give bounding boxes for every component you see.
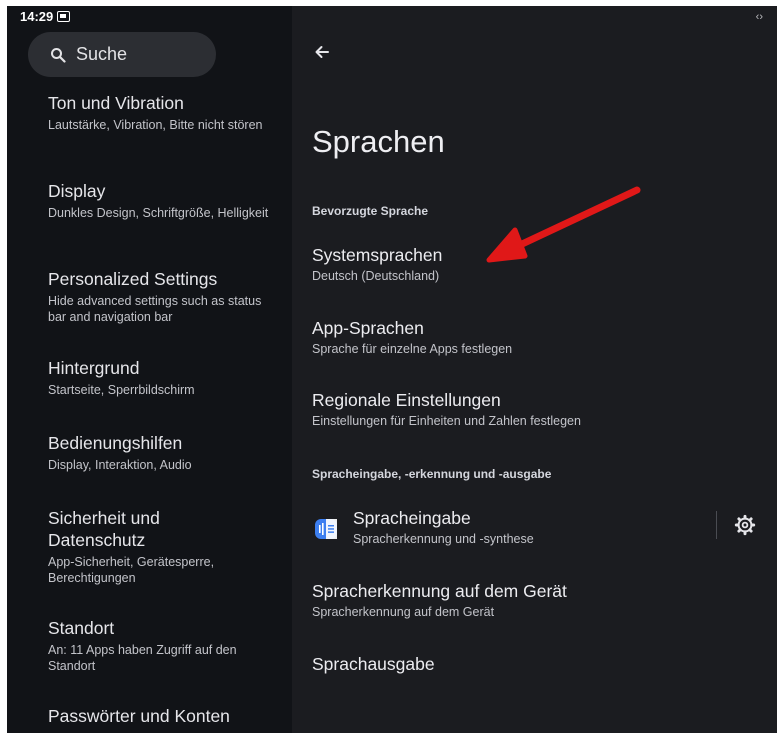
- item-title: Sprachausgabe: [312, 654, 435, 674]
- status-bar: 14:29: [20, 9, 71, 24]
- sidebar-item-title: Personalized Settings: [48, 269, 218, 289]
- sidebar-item-personalized[interactable]: Personalized Settings Hide advanced sett…: [48, 268, 278, 325]
- item-subtitle: Sprache für einzelne Apps festlegen: [312, 342, 513, 356]
- item-regional-settings[interactable]: Regionale Einstellungen Einstellungen fü…: [312, 389, 752, 429]
- item-title: App-Sprachen: [312, 318, 424, 338]
- device-screen: 14:29 Suche Ton und Vibration Lautstärke…: [7, 6, 777, 733]
- status-app-icon: [57, 11, 71, 22]
- item-title: Regionale Einstellungen: [312, 390, 501, 410]
- sidebar-item-subtitle: Display, Interaktion, Audio: [48, 458, 192, 472]
- settings-sidebar: 14:29 Suche Ton und Vibration Lautstärke…: [7, 6, 292, 733]
- sidebar-item-subtitle: App-Sicherheit, Gerätesperre, Berechtigu…: [48, 555, 215, 585]
- item-app-languages[interactable]: App-Sprachen Sprache für einzelne Apps f…: [312, 317, 752, 357]
- sidebar-item-title: Ton und Vibration: [48, 93, 184, 113]
- sidebar-item-subtitle: Dunkles Design, Schriftgröße, Helligkeit: [48, 206, 269, 220]
- search-icon: [50, 47, 66, 63]
- sidebar-item-title: Standort: [48, 618, 115, 638]
- sidebar-item-title: Hintergrund: [48, 358, 140, 378]
- voice-input-icon: [315, 519, 337, 539]
- sidebar-item-subtitle: Lautstärke, Vibration, Bitte nicht störe…: [48, 118, 263, 132]
- sidebar-item-location[interactable]: Standort An: 11 Apps haben Zugriff auf d…: [48, 617, 248, 674]
- sidebar-item-accessibility[interactable]: Bedienungshilfen Display, Interaktion, A…: [48, 432, 278, 473]
- item-on-device-recognition[interactable]: Spracherkennung auf dem Gerät Spracherke…: [312, 580, 752, 620]
- sidebar-item-display[interactable]: Display Dunkles Design, Schriftgröße, He…: [48, 180, 278, 221]
- item-subtitle: Spracherkennung auf dem Gerät: [312, 605, 495, 619]
- red-arrow-annotation: [486, 186, 641, 263]
- sidebar-item-subtitle: Hide advanced settings such as status ba…: [48, 294, 262, 324]
- item-subtitle: Einstellungen für Einheiten und Zahlen f…: [312, 414, 581, 428]
- page-title: Sprachen: [312, 124, 445, 159]
- item-voice-input[interactable]: Spracheingabe Spracherkennung und -synth…: [353, 507, 693, 547]
- item-title: Spracherkennung auf dem Gerät: [312, 581, 567, 601]
- sidebar-item-passwords[interactable]: Passwörter und Konten: [48, 705, 278, 727]
- item-title: Spracheingabe: [353, 508, 471, 528]
- sidebar-item-title: Passwörter und Konten: [48, 706, 230, 726]
- sidebar-item-subtitle: An: 11 Apps haben Zugriff auf den Stando…: [48, 643, 237, 673]
- item-subtitle: Spracherkennung und -synthese: [353, 532, 534, 546]
- sidebar-item-title: Bedienungshilfen: [48, 433, 183, 453]
- sidebar-item-wallpaper[interactable]: Hintergrund Startseite, Sperrbildschirm: [48, 357, 278, 398]
- status-time: 14:29: [20, 9, 54, 24]
- back-button[interactable]: [310, 40, 334, 64]
- gear-icon[interactable]: [734, 514, 756, 536]
- divider: [716, 511, 717, 539]
- sidebar-item-sound[interactable]: Ton und Vibration Lautstärke, Vibration,…: [48, 92, 278, 133]
- item-text-to-speech[interactable]: Sprachausgabe: [312, 653, 752, 675]
- sidebar-item-title: Display: [48, 181, 106, 201]
- connection-indicator-icon: ‹›: [755, 11, 763, 23]
- languages-page: ‹› Sprachen Bevorzugte Sprache Systemspr…: [292, 6, 777, 733]
- search-bar[interactable]: Suche: [28, 32, 216, 77]
- search-placeholder: Suche: [76, 44, 128, 64]
- sidebar-item-security[interactable]: Sicherheit und Datenschutz App-Sicherhei…: [48, 507, 214, 586]
- section-header-speech: Spracheingabe, -erkennung und -ausgabe: [312, 467, 552, 481]
- sidebar-item-title: Sicherheit und Datenschutz: [48, 508, 160, 550]
- sidebar-item-subtitle: Startseite, Sperrbildschirm: [48, 383, 195, 397]
- arrow-back-icon: [315, 46, 329, 58]
- section-header-preferred: Bevorzugte Sprache: [312, 204, 429, 218]
